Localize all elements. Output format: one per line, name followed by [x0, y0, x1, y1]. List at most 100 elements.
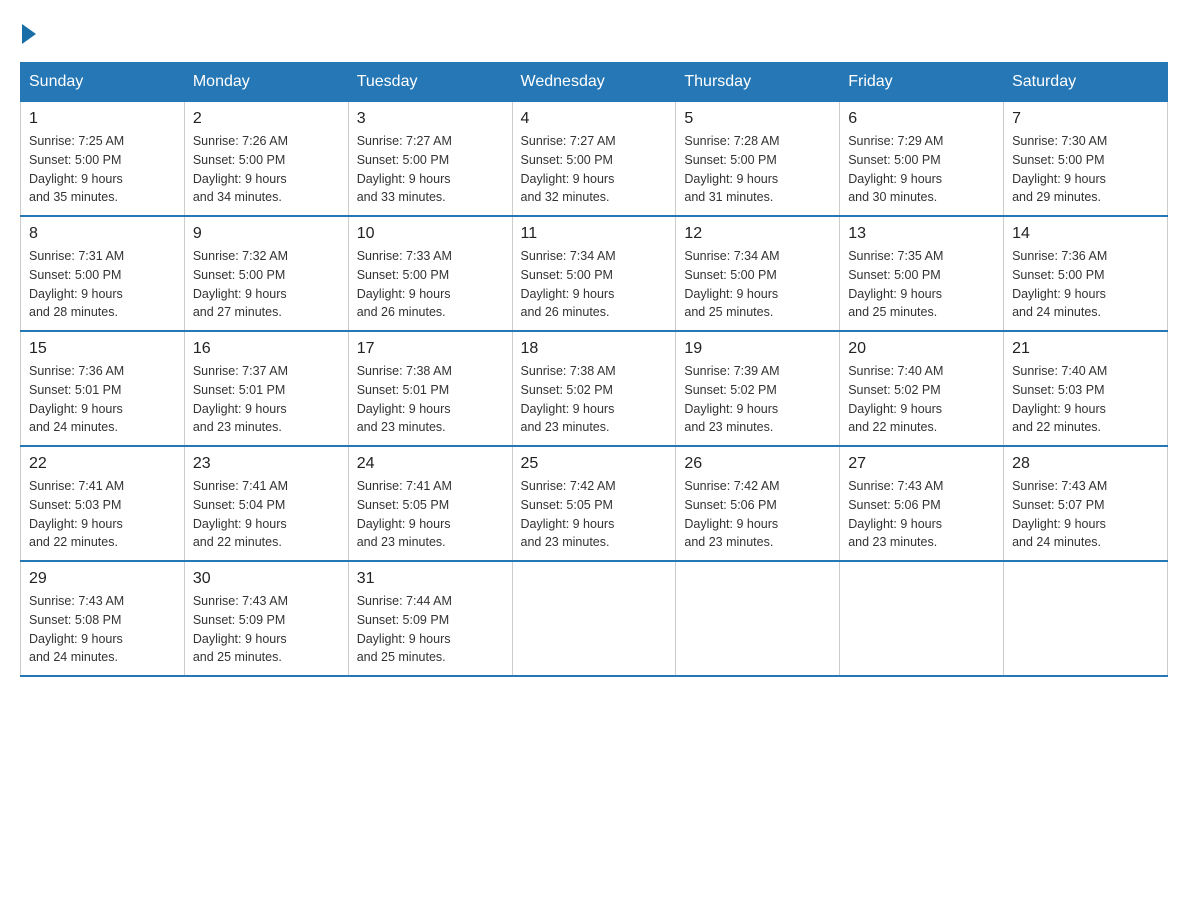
calendar-cell [840, 561, 1004, 676]
calendar-cell: 21 Sunrise: 7:40 AMSunset: 5:03 PMDaylig… [1004, 331, 1168, 446]
day-number: 6 [848, 110, 995, 128]
column-header-thursday: Thursday [676, 63, 840, 102]
day-number: 19 [684, 340, 831, 358]
calendar-cell: 27 Sunrise: 7:43 AMSunset: 5:06 PMDaylig… [840, 446, 1004, 561]
calendar-cell: 31 Sunrise: 7:44 AMSunset: 5:09 PMDaylig… [348, 561, 512, 676]
day-info: Sunrise: 7:27 AMSunset: 5:00 PMDaylight:… [357, 134, 452, 204]
day-number: 18 [521, 340, 668, 358]
day-info: Sunrise: 7:43 AMSunset: 5:08 PMDaylight:… [29, 594, 124, 664]
day-number: 12 [684, 225, 831, 243]
calendar-body: 1 Sunrise: 7:25 AMSunset: 5:00 PMDayligh… [21, 102, 1168, 677]
logo [20, 20, 36, 42]
calendar-week-row: 22 Sunrise: 7:41 AMSunset: 5:03 PMDaylig… [21, 446, 1168, 561]
day-number: 26 [684, 455, 831, 473]
day-number: 16 [193, 340, 340, 358]
calendar-cell: 9 Sunrise: 7:32 AMSunset: 5:00 PMDayligh… [184, 216, 348, 331]
day-number: 11 [521, 225, 668, 243]
calendar-cell: 5 Sunrise: 7:28 AMSunset: 5:00 PMDayligh… [676, 102, 840, 217]
day-number: 20 [848, 340, 995, 358]
calendar-cell: 17 Sunrise: 7:38 AMSunset: 5:01 PMDaylig… [348, 331, 512, 446]
calendar-week-row: 29 Sunrise: 7:43 AMSunset: 5:08 PMDaylig… [21, 561, 1168, 676]
calendar-cell [1004, 561, 1168, 676]
calendar-cell: 3 Sunrise: 7:27 AMSunset: 5:00 PMDayligh… [348, 102, 512, 217]
day-number: 5 [684, 110, 831, 128]
day-info: Sunrise: 7:29 AMSunset: 5:00 PMDaylight:… [848, 134, 943, 204]
day-info: Sunrise: 7:28 AMSunset: 5:00 PMDaylight:… [684, 134, 779, 204]
day-info: Sunrise: 7:42 AMSunset: 5:06 PMDaylight:… [684, 479, 779, 549]
day-number: 7 [1012, 110, 1159, 128]
day-info: Sunrise: 7:40 AMSunset: 5:03 PMDaylight:… [1012, 364, 1107, 434]
calendar-week-row: 8 Sunrise: 7:31 AMSunset: 5:00 PMDayligh… [21, 216, 1168, 331]
column-header-tuesday: Tuesday [348, 63, 512, 102]
day-info: Sunrise: 7:42 AMSunset: 5:05 PMDaylight:… [521, 479, 616, 549]
day-info: Sunrise: 7:38 AMSunset: 5:02 PMDaylight:… [521, 364, 616, 434]
calendar-cell: 2 Sunrise: 7:26 AMSunset: 5:00 PMDayligh… [184, 102, 348, 217]
day-number: 4 [521, 110, 668, 128]
column-header-sunday: Sunday [21, 63, 185, 102]
column-header-wednesday: Wednesday [512, 63, 676, 102]
column-header-saturday: Saturday [1004, 63, 1168, 102]
day-number: 21 [1012, 340, 1159, 358]
day-info: Sunrise: 7:34 AMSunset: 5:00 PMDaylight:… [521, 249, 616, 319]
calendar-cell: 4 Sunrise: 7:27 AMSunset: 5:00 PMDayligh… [512, 102, 676, 217]
calendar-cell: 13 Sunrise: 7:35 AMSunset: 5:00 PMDaylig… [840, 216, 1004, 331]
calendar-cell: 10 Sunrise: 7:33 AMSunset: 5:00 PMDaylig… [348, 216, 512, 331]
calendar-cell: 26 Sunrise: 7:42 AMSunset: 5:06 PMDaylig… [676, 446, 840, 561]
day-info: Sunrise: 7:32 AMSunset: 5:00 PMDaylight:… [193, 249, 288, 319]
calendar-cell: 12 Sunrise: 7:34 AMSunset: 5:00 PMDaylig… [676, 216, 840, 331]
calendar-week-row: 1 Sunrise: 7:25 AMSunset: 5:00 PMDayligh… [21, 102, 1168, 217]
day-info: Sunrise: 7:36 AMSunset: 5:00 PMDaylight:… [1012, 249, 1107, 319]
calendar-cell [676, 561, 840, 676]
calendar-cell: 16 Sunrise: 7:37 AMSunset: 5:01 PMDaylig… [184, 331, 348, 446]
calendar-cell: 18 Sunrise: 7:38 AMSunset: 5:02 PMDaylig… [512, 331, 676, 446]
day-info: Sunrise: 7:26 AMSunset: 5:00 PMDaylight:… [193, 134, 288, 204]
day-info: Sunrise: 7:39 AMSunset: 5:02 PMDaylight:… [684, 364, 779, 434]
day-number: 24 [357, 455, 504, 473]
day-info: Sunrise: 7:34 AMSunset: 5:00 PMDaylight:… [684, 249, 779, 319]
calendar-cell: 25 Sunrise: 7:42 AMSunset: 5:05 PMDaylig… [512, 446, 676, 561]
calendar-cell: 11 Sunrise: 7:34 AMSunset: 5:00 PMDaylig… [512, 216, 676, 331]
day-info: Sunrise: 7:43 AMSunset: 5:06 PMDaylight:… [848, 479, 943, 549]
calendar-cell: 30 Sunrise: 7:43 AMSunset: 5:09 PMDaylig… [184, 561, 348, 676]
calendar-week-row: 15 Sunrise: 7:36 AMSunset: 5:01 PMDaylig… [21, 331, 1168, 446]
column-header-monday: Monday [184, 63, 348, 102]
calendar-cell: 7 Sunrise: 7:30 AMSunset: 5:00 PMDayligh… [1004, 102, 1168, 217]
calendar-header-row: SundayMondayTuesdayWednesdayThursdayFrid… [21, 63, 1168, 102]
day-number: 29 [29, 570, 176, 588]
logo-arrow-icon [22, 24, 36, 44]
calendar-cell: 15 Sunrise: 7:36 AMSunset: 5:01 PMDaylig… [21, 331, 185, 446]
day-info: Sunrise: 7:44 AMSunset: 5:09 PMDaylight:… [357, 594, 452, 664]
day-number: 14 [1012, 225, 1159, 243]
day-info: Sunrise: 7:40 AMSunset: 5:02 PMDaylight:… [848, 364, 943, 434]
day-number: 23 [193, 455, 340, 473]
day-info: Sunrise: 7:33 AMSunset: 5:00 PMDaylight:… [357, 249, 452, 319]
day-number: 30 [193, 570, 340, 588]
calendar-cell: 1 Sunrise: 7:25 AMSunset: 5:00 PMDayligh… [21, 102, 185, 217]
day-info: Sunrise: 7:41 AMSunset: 5:03 PMDaylight:… [29, 479, 124, 549]
calendar-cell: 24 Sunrise: 7:41 AMSunset: 5:05 PMDaylig… [348, 446, 512, 561]
day-info: Sunrise: 7:25 AMSunset: 5:00 PMDaylight:… [29, 134, 124, 204]
day-number: 28 [1012, 455, 1159, 473]
day-info: Sunrise: 7:27 AMSunset: 5:00 PMDaylight:… [521, 134, 616, 204]
calendar-cell: 29 Sunrise: 7:43 AMSunset: 5:08 PMDaylig… [21, 561, 185, 676]
calendar-cell: 28 Sunrise: 7:43 AMSunset: 5:07 PMDaylig… [1004, 446, 1168, 561]
day-info: Sunrise: 7:41 AMSunset: 5:04 PMDaylight:… [193, 479, 288, 549]
day-number: 17 [357, 340, 504, 358]
day-number: 2 [193, 110, 340, 128]
day-number: 25 [521, 455, 668, 473]
calendar-cell: 14 Sunrise: 7:36 AMSunset: 5:00 PMDaylig… [1004, 216, 1168, 331]
day-number: 3 [357, 110, 504, 128]
day-number: 22 [29, 455, 176, 473]
calendar-cell: 19 Sunrise: 7:39 AMSunset: 5:02 PMDaylig… [676, 331, 840, 446]
day-number: 10 [357, 225, 504, 243]
day-info: Sunrise: 7:38 AMSunset: 5:01 PMDaylight:… [357, 364, 452, 434]
day-number: 13 [848, 225, 995, 243]
calendar-cell: 8 Sunrise: 7:31 AMSunset: 5:00 PMDayligh… [21, 216, 185, 331]
day-info: Sunrise: 7:30 AMSunset: 5:00 PMDaylight:… [1012, 134, 1107, 204]
day-number: 8 [29, 225, 176, 243]
day-info: Sunrise: 7:37 AMSunset: 5:01 PMDaylight:… [193, 364, 288, 434]
calendar-cell: 22 Sunrise: 7:41 AMSunset: 5:03 PMDaylig… [21, 446, 185, 561]
day-number: 9 [193, 225, 340, 243]
calendar-cell: 6 Sunrise: 7:29 AMSunset: 5:00 PMDayligh… [840, 102, 1004, 217]
day-number: 27 [848, 455, 995, 473]
